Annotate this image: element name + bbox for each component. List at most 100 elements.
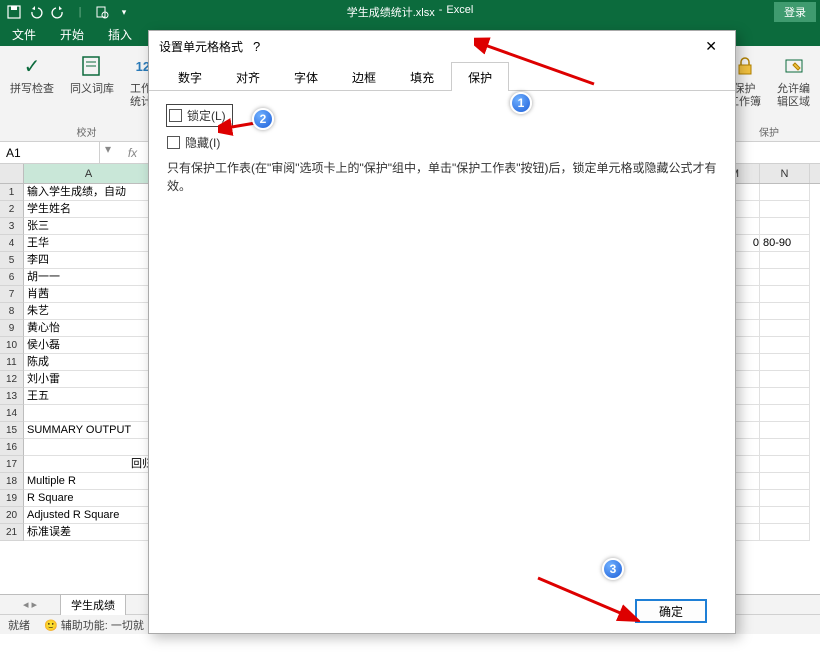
hide-checkbox-row[interactable]: 隐藏(I): [167, 134, 717, 151]
row-header[interactable]: 17: [0, 456, 24, 473]
row-header[interactable]: 20: [0, 507, 24, 524]
select-all-corner[interactable]: [0, 164, 24, 183]
cell[interactable]: 回归: [24, 456, 154, 473]
cell[interactable]: 胡一一: [24, 269, 154, 286]
row-header[interactable]: 7: [0, 286, 24, 303]
cell[interactable]: 输入学生成绩，自动: [24, 184, 154, 201]
row-header[interactable]: 2: [0, 201, 24, 218]
print-preview-icon[interactable]: [94, 4, 110, 20]
cell[interactable]: 王华: [24, 235, 154, 252]
col-A[interactable]: A: [24, 164, 154, 183]
tab-border[interactable]: 边框: [335, 62, 393, 91]
cell[interactable]: [760, 354, 810, 371]
tab-file[interactable]: 文件: [0, 23, 48, 46]
row-header[interactable]: 1: [0, 184, 24, 201]
redo-icon[interactable]: [50, 4, 66, 20]
sheet-nav[interactable]: ◂ ▸: [0, 598, 60, 611]
row-header[interactable]: 19: [0, 490, 24, 507]
row-header[interactable]: 4: [0, 235, 24, 252]
cell[interactable]: [760, 371, 810, 388]
cell[interactable]: [760, 320, 810, 337]
cell[interactable]: [760, 252, 810, 269]
row-header[interactable]: 6: [0, 269, 24, 286]
row-header[interactable]: 18: [0, 473, 24, 490]
row-header[interactable]: 13: [0, 388, 24, 405]
cell[interactable]: 刘小雷: [24, 371, 154, 388]
row-header[interactable]: 5: [0, 252, 24, 269]
cell[interactable]: [760, 473, 810, 490]
row-header[interactable]: 16: [0, 439, 24, 456]
cell[interactable]: 陈成: [24, 354, 154, 371]
cell[interactable]: 标准误差: [24, 524, 154, 541]
cell[interactable]: R Square: [24, 490, 154, 507]
cell[interactable]: 肖茜: [24, 286, 154, 303]
title-sep: -: [439, 4, 443, 20]
tab-alignment[interactable]: 对齐: [219, 62, 277, 91]
hide-checkbox[interactable]: [167, 136, 180, 149]
row-header[interactable]: 8: [0, 303, 24, 320]
row-header[interactable]: 10: [0, 337, 24, 354]
cell[interactable]: [24, 439, 154, 456]
cell[interactable]: 张三: [24, 218, 154, 235]
cell[interactable]: [760, 456, 810, 473]
tab-protection[interactable]: 保护: [451, 62, 509, 91]
name-box-dropdown-icon[interactable]: ▾: [100, 142, 116, 163]
cell[interactable]: [760, 269, 810, 286]
cell[interactable]: 80-90: [760, 235, 810, 252]
spell-check-button[interactable]: ✓ 拼写检查: [6, 50, 58, 124]
name-box[interactable]: A1: [0, 142, 100, 163]
cell[interactable]: [760, 507, 810, 524]
lock-checkbox-row[interactable]: 锁定(L): [167, 105, 232, 126]
cell[interactable]: [760, 337, 810, 354]
cell[interactable]: 黄心怡: [24, 320, 154, 337]
thesaurus-button[interactable]: 同义词库: [66, 50, 118, 124]
cell[interactable]: [760, 218, 810, 235]
dialog-titlebar[interactable]: 设置单元格格式 ? ✕: [149, 31, 735, 61]
cell[interactable]: 朱艺: [24, 303, 154, 320]
undo-icon[interactable]: [28, 4, 44, 20]
cell[interactable]: [760, 201, 810, 218]
cell[interactable]: [24, 405, 154, 422]
cell[interactable]: 侯小磊: [24, 337, 154, 354]
fx-icon[interactable]: fx: [116, 142, 150, 163]
sheet-tab-active[interactable]: 学生成绩: [60, 594, 126, 615]
cell[interactable]: [760, 303, 810, 320]
qat-customize-icon[interactable]: ▾: [116, 4, 132, 20]
help-button[interactable]: ?: [243, 39, 270, 54]
cell[interactable]: [760, 490, 810, 507]
save-icon[interactable]: [6, 4, 22, 20]
lock-checkbox[interactable]: [169, 109, 182, 122]
quick-access-toolbar: | ▾: [0, 4, 132, 20]
cell[interactable]: [760, 439, 810, 456]
tab-insert[interactable]: 插入: [96, 23, 144, 46]
cell[interactable]: [760, 422, 810, 439]
row-header[interactable]: 15: [0, 422, 24, 439]
row-header[interactable]: 9: [0, 320, 24, 337]
ok-button[interactable]: 确定: [635, 599, 707, 623]
cell[interactable]: 李四: [24, 252, 154, 269]
cell[interactable]: SUMMARY OUTPUT: [24, 422, 154, 439]
cell[interactable]: Multiple R: [24, 473, 154, 490]
thesaurus-icon: [78, 52, 106, 80]
row-header[interactable]: 3: [0, 218, 24, 235]
col-N[interactable]: N: [760, 164, 810, 183]
close-button[interactable]: ✕: [697, 38, 725, 55]
cell[interactable]: [760, 405, 810, 422]
row-header[interactable]: 14: [0, 405, 24, 422]
cell[interactable]: Adjusted R Square: [24, 507, 154, 524]
row-header[interactable]: 11: [0, 354, 24, 371]
cell[interactable]: [760, 286, 810, 303]
tab-number[interactable]: 数字: [161, 62, 219, 91]
login-button[interactable]: 登录: [774, 2, 816, 22]
row-header[interactable]: 21: [0, 524, 24, 541]
tab-home[interactable]: 开始: [48, 23, 96, 46]
row-header[interactable]: 12: [0, 371, 24, 388]
tab-fill[interactable]: 填充: [393, 62, 451, 91]
cell[interactable]: [760, 388, 810, 405]
cell[interactable]: 王五: [24, 388, 154, 405]
cell[interactable]: [760, 524, 810, 541]
allow-edit-button[interactable]: 允许编 辑区域: [773, 50, 814, 124]
cell[interactable]: [760, 184, 810, 201]
cell[interactable]: 学生姓名: [24, 201, 154, 218]
tab-font[interactable]: 字体: [277, 62, 335, 91]
